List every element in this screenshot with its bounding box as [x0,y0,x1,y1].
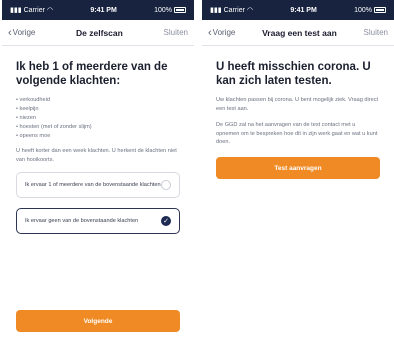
status-time: 9:41 PM [90,6,117,14]
list-item: hoesten (met of zonder slijm) [16,123,180,132]
question-heading: Ik heb 1 of meerdere van de volgende kla… [16,61,168,87]
checkmark-icon[interactable]: ✓ [161,216,171,226]
next-button[interactable]: Volgende [16,310,180,332]
close-button[interactable]: Sluiten [364,28,388,37]
list-item: opeens moe [16,132,180,141]
list-item: niezen [16,114,180,123]
radio-button[interactable] [161,180,171,190]
nav-bar: ‹ Vorige Vraag een test aan Sluiten [202,20,394,46]
list-item: keelpijn [16,105,180,114]
info-note: U heeft korter dan een week klachten. U … [16,148,177,163]
page-title: Vraag een test aan [262,27,337,38]
battery-percent: 100% [354,6,372,14]
chevron-left-icon: ‹ [208,26,212,39]
back-button[interactable]: ‹ Vorige [208,26,236,39]
option-no-symptoms[interactable]: Ik ervaar geen van de bovenstaande klach… [16,208,180,234]
option-has-symptoms[interactable]: Ik ervaar 1 of meerdere van de bovenstaa… [16,172,180,198]
nav-bar: ‹ Vorige De zelfscan Sluiten [2,20,194,46]
result-paragraph-2: De GGD zal na het aanvragen van de test … [216,122,378,145]
signal-icon: ▮▮▮ [210,7,222,14]
battery-icon [174,7,186,13]
request-test-button[interactable]: Test aanvragen [216,156,380,179]
screen-zelfscan: ▮▮▮ Carrier ◠ 9:41 PM 100% ‹ Vorige De z… [2,0,194,337]
option-label: Ik ervaar geen van de bovenstaande klach… [25,218,139,224]
option-label: Ik ervaar 1 of meerdere van de bovenstaa… [25,182,161,188]
page-title: De zelfscan [76,27,123,38]
symptom-list: verkoudheid keelpijn niezen hoesten (met… [16,96,180,141]
battery-percent: 100% [154,6,172,14]
carrier-label: Carrier [223,6,245,14]
screen-test-aanvragen: ▮▮▮ Carrier ◠ 9:41 PM 100% ‹ Vorige Vraa… [202,0,394,337]
signal-icon: ▮▮▮ [10,7,22,14]
result-heading: U heeft misschien corona. U kan zich lat… [216,61,371,87]
status-time: 9:41 PM [290,6,317,14]
wifi-icon: ◠ [46,7,54,14]
status-bar: ▮▮▮ Carrier ◠ 9:41 PM 100% [2,0,194,20]
result-paragraph-1: Uw klachten passen bij corona. U bent mo… [216,97,379,112]
status-bar: ▮▮▮ Carrier ◠ 9:41 PM 100% [202,0,394,20]
close-button[interactable]: Sluiten [164,28,188,37]
back-label: Vorige [12,28,36,37]
battery-icon [374,7,386,13]
wifi-icon: ◠ [246,7,254,14]
carrier-label: Carrier [23,6,45,14]
back-button[interactable]: ‹ Vorige [8,26,36,39]
chevron-left-icon: ‹ [8,26,12,39]
list-item: verkoudheid [16,96,180,105]
back-label: Vorige [212,28,236,37]
